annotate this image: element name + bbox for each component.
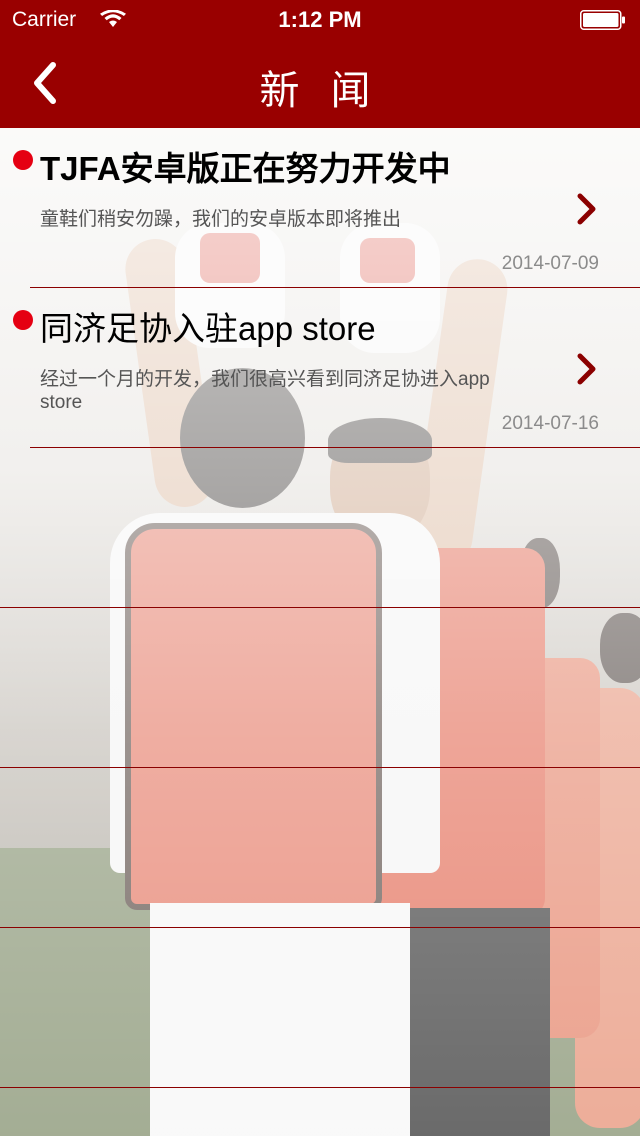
row-divider [30,447,640,448]
news-date: 2014-07-16 [501,413,599,434]
news-list: TJFA安卓版正在努力开发中 童鞋们稍安勿躁，我们的安卓版本即将推出 2014-… [0,128,640,1136]
page-title: 新 闻 [259,69,381,113]
chevron-right-icon [577,353,596,385]
bullet-icon [13,150,33,170]
news-headline: 同济足协入驻app store [40,310,376,347]
news-date: 2014-07-09 [501,253,599,274]
row-divider [0,1087,640,1088]
row-divider [0,767,640,768]
clock: 1:12 PM [278,7,362,32]
bullet-icon [13,310,33,330]
navigation-bar: Carrier 1:12 PM 新 闻 [0,0,640,128]
battery-icon [580,10,625,30]
row-divider [0,927,640,928]
news-summary: 童鞋们稍安勿躁，我们的安卓版本即将推出 [40,209,402,230]
news-summary: 经过一个月的开发，我们很高兴看到同济足协进入app store [40,369,490,413]
chevron-right-icon [577,193,596,225]
news-item[interactable]: 同济足协入驻app store 经过一个月的开发，我们很高兴看到同济足协进入ap… [0,288,640,448]
status-bar: Carrier 1:12 PM [0,0,640,40]
row-divider [0,607,640,608]
news-headline: TJFA安卓版正在努力开发中 [40,150,451,187]
news-item[interactable]: TJFA安卓版正在努力开发中 童鞋们稍安勿躁，我们的安卓版本即将推出 2014-… [0,128,640,288]
